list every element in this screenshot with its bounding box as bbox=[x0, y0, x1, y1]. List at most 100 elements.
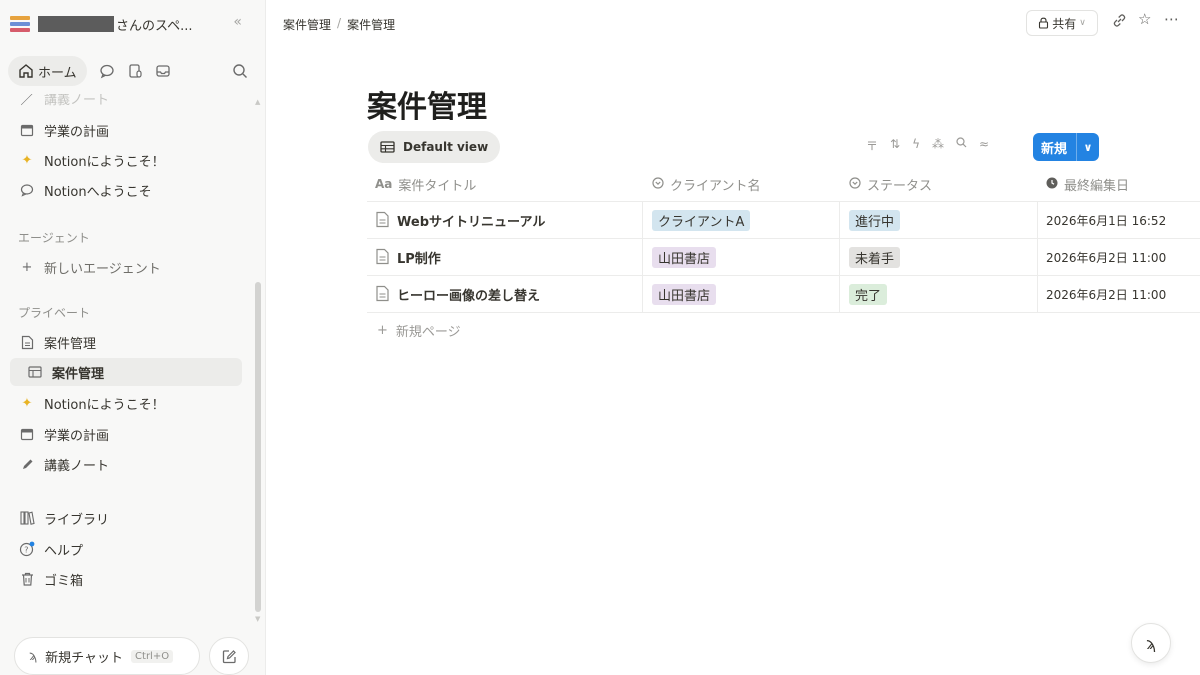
sort-icon[interactable]: ⇅ bbox=[890, 137, 900, 154]
link-icon[interactable] bbox=[1112, 13, 1127, 32]
sidebar-item-library[interactable]: ライブラリ bbox=[10, 504, 242, 532]
scroll-up-arrow-icon[interactable]: ▲ bbox=[255, 98, 260, 106]
inbox-icon[interactable] bbox=[149, 57, 177, 85]
client-cell[interactable]: 山田書店 bbox=[643, 276, 840, 312]
sidebar-item-label: 講義ノート bbox=[44, 458, 110, 474]
add-new-page-row[interactable]: + 新規ページ bbox=[367, 313, 1200, 347]
table-row[interactable]: Webサイトリニューアル クライアントA 進行中 2026年6月1日 16:52 bbox=[367, 202, 1200, 239]
sidebar-item-label: 案件管理 bbox=[52, 366, 105, 382]
meeting-notes-icon[interactable] bbox=[121, 57, 149, 85]
sidebar-item-lecture-notes[interactable]: 講義ノート bbox=[10, 450, 242, 478]
breadcrumb-item[interactable]: 案件管理 bbox=[347, 16, 395, 33]
sidebar-item-label: 学業の計画 bbox=[44, 124, 110, 140]
sidebar-item-faded[interactable]: ／ 講義ノート bbox=[10, 94, 242, 108]
sidebar-item-welcome[interactable]: ✦ Notionにようこそ！ bbox=[10, 146, 242, 174]
status-tag: 未着手 bbox=[849, 246, 901, 268]
ai-face-icon: ϡ bbox=[29, 648, 38, 664]
plus-icon: + bbox=[377, 322, 388, 338]
table-row[interactable]: LP制作 山田書店 未着手 2026年6月2日 11:00 bbox=[367, 239, 1200, 276]
status-cell[interactable]: 完了 bbox=[840, 276, 1038, 312]
row-title: LP制作 bbox=[397, 251, 441, 267]
scroll-down-arrow-icon[interactable]: ▼ bbox=[255, 615, 260, 623]
automation-icon[interactable]: ϟ bbox=[912, 137, 920, 154]
share-button[interactable]: 共有 ∨ bbox=[1026, 10, 1098, 36]
sparkle-emoji-icon: ✦ bbox=[21, 395, 33, 411]
new-agent-label: 新しいエージェント bbox=[44, 261, 161, 277]
column-label: ステータス bbox=[867, 178, 933, 194]
sparkle-emoji-icon: ✦ bbox=[21, 152, 33, 168]
sidebar-item-trash[interactable]: ゴミ箱 bbox=[10, 565, 242, 593]
sidebar-item-label: Notionにようこそ！ bbox=[44, 154, 165, 170]
sidebar-nav: ホーム bbox=[8, 55, 256, 87]
column-label: クライアント名 bbox=[670, 178, 761, 194]
client-cell[interactable]: クライアントA bbox=[643, 202, 840, 238]
sidebar-item-welcome-private[interactable]: ✦ Notionにようこそ！ bbox=[10, 389, 242, 417]
ai-assistant-button[interactable]: ϡ bbox=[1131, 623, 1171, 663]
breadcrumb: 案件管理 / 案件管理 bbox=[283, 16, 395, 33]
sidebar-item-label: 学業の計画 bbox=[44, 428, 110, 444]
last-edited-cell: 2026年6月1日 16:52 bbox=[1038, 202, 1200, 238]
page-icon bbox=[375, 285, 391, 303]
calendar-icon bbox=[18, 123, 36, 137]
trash-icon bbox=[18, 572, 36, 586]
settings-sliders-icon[interactable]: ≈ bbox=[979, 137, 989, 154]
client-cell[interactable]: 山田書店 bbox=[643, 239, 840, 275]
column-header-last-edited[interactable]: 最終編集日 bbox=[1038, 167, 1200, 201]
status-cell[interactable]: 未着手 bbox=[840, 239, 1038, 275]
sidebar-item-study-plan-private[interactable]: 学業の計画 bbox=[10, 420, 242, 448]
chevron-down-icon: ∨ bbox=[1079, 18, 1086, 28]
new-chat-label: 新規チャット bbox=[45, 650, 124, 666]
sidebar-item-label: ライブラリ bbox=[44, 512, 110, 528]
title-cell[interactable]: Webサイトリニューアル bbox=[367, 202, 643, 238]
sidebar-item-welcome-chat[interactable]: Notionへようこそ bbox=[10, 176, 242, 204]
private-heading: プライベート bbox=[18, 306, 91, 320]
sidebar-item-project-db[interactable]: 案件管理 bbox=[10, 358, 242, 386]
row-title: Webサイトリニューアル bbox=[397, 214, 546, 230]
status-cell[interactable]: 進行中 bbox=[840, 202, 1038, 238]
sidebar-item-label: 案件管理 bbox=[44, 336, 97, 352]
title-cell[interactable]: ヒーロー画像の差し替え bbox=[367, 276, 643, 312]
filter-icon[interactable]: 〒 bbox=[866, 137, 878, 154]
workspace-name: さんのスペ... bbox=[116, 18, 193, 34]
table-row[interactable]: ヒーロー画像の差し替え 山田書店 完了 2026年6月2日 11:00 bbox=[367, 276, 1200, 313]
status-property-icon bbox=[849, 176, 861, 192]
compose-button[interactable] bbox=[209, 637, 249, 675]
new-button[interactable]: 新規 ∨ bbox=[1033, 133, 1099, 161]
ai-sparkle-icon[interactable]: ⁂ bbox=[932, 137, 944, 154]
sidebar-item-project-page[interactable]: 案件管理 bbox=[10, 328, 242, 356]
share-label: 共有 bbox=[1052, 16, 1077, 31]
column-header-title[interactable]: Aa 案件タイトル bbox=[367, 167, 643, 201]
last-edited-value: 2026年6月2日 11:00 bbox=[1046, 250, 1167, 265]
breadcrumb-item[interactable]: 案件管理 bbox=[283, 16, 331, 33]
default-view-tab[interactable]: Default view bbox=[368, 131, 501, 163]
star-icon[interactable]: ☆ bbox=[1138, 10, 1151, 28]
row-title: ヒーロー画像の差し替え bbox=[397, 288, 541, 304]
new-chat-button[interactable]: ϡ 新規チャット Ctrl+O bbox=[14, 637, 200, 675]
sidebar-scrollbar[interactable] bbox=[255, 282, 261, 612]
compose-icon bbox=[222, 649, 236, 663]
sidebar: さんのスペ... « ホーム ▲ ／ 講義ノート 学業の計画 ✦ Notionに… bbox=[0, 0, 266, 675]
chevron-down-icon[interactable]: ∨ bbox=[1077, 141, 1099, 154]
sidebar-item-help[interactable]: ? ヘルプ bbox=[10, 535, 242, 563]
search-icon[interactable] bbox=[956, 137, 967, 154]
collapse-sidebar-icon[interactable]: « bbox=[233, 14, 242, 30]
new-agent-button[interactable]: + 新しいエージェント bbox=[10, 253, 242, 281]
ai-face-icon: ϡ bbox=[1145, 633, 1157, 653]
sidebar-item-study-plan[interactable]: 学業の計画 bbox=[10, 116, 242, 144]
title-cell[interactable]: LP制作 bbox=[367, 239, 643, 275]
column-header-client[interactable]: クライアント名 bbox=[643, 167, 840, 201]
column-header-status[interactable]: ステータス bbox=[840, 167, 1038, 201]
add-page-label: 新規ページ bbox=[395, 324, 461, 340]
more-options-icon[interactable]: ⋯ bbox=[1164, 10, 1179, 28]
home-button[interactable]: ホーム bbox=[8, 56, 87, 86]
search-icon[interactable] bbox=[226, 57, 254, 85]
calendar-icon bbox=[18, 427, 36, 441]
column-label: 最終編集日 bbox=[1064, 178, 1130, 194]
new-chat-shortcut: Ctrl+O bbox=[131, 649, 174, 663]
table-icon bbox=[380, 141, 395, 153]
page-icon bbox=[18, 335, 36, 350]
workspace-switcher[interactable]: さんのスペ... « bbox=[10, 10, 256, 38]
chat-icon[interactable] bbox=[93, 57, 121, 85]
client-tag: 山田書店 bbox=[652, 246, 717, 268]
view-label: Default view bbox=[403, 140, 489, 154]
